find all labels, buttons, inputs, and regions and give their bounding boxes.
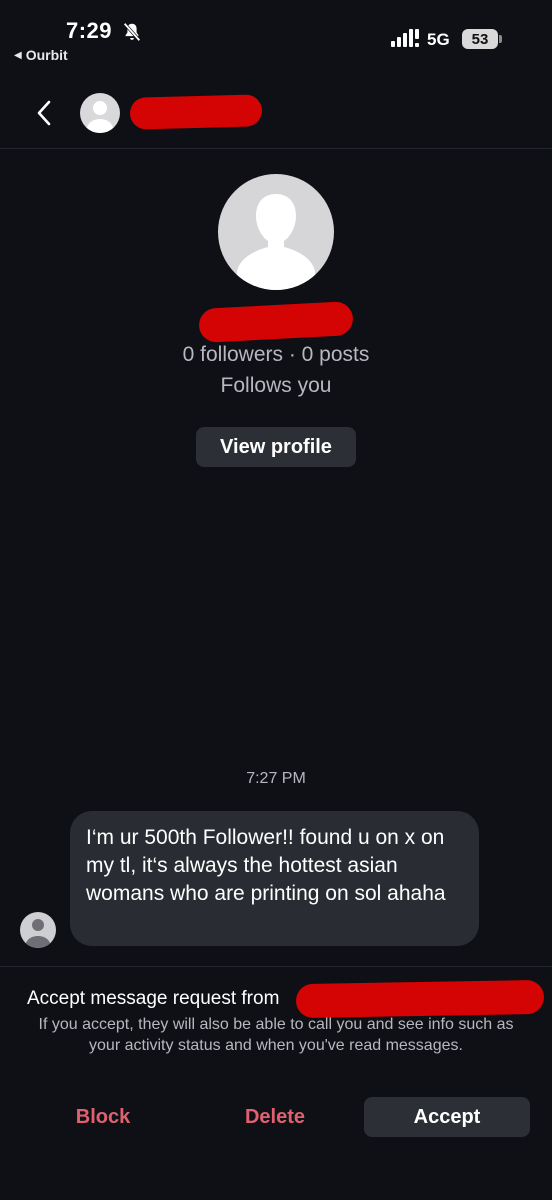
- accept-button[interactable]: Accept: [364, 1097, 530, 1137]
- status-time: 7:29: [66, 18, 113, 43]
- request-description: If you accept, they will also be able to…: [38, 1016, 514, 1054]
- default-avatar-icon: [86, 101, 114, 133]
- profile-name-redaction: [198, 300, 354, 344]
- default-avatar-icon: [236, 194, 316, 290]
- back-chevron-icon[interactable]: [30, 96, 60, 130]
- battery-nub: [499, 35, 502, 43]
- bell-muted-icon: [123, 22, 141, 42]
- default-avatar-icon: [25, 919, 51, 948]
- message-timestamp: 7:27 PM: [246, 770, 306, 787]
- back-app-label: Ourbit: [25, 47, 68, 63]
- message-bubble[interactable]: I‘m ur 500th Follower!! found u on x on …: [70, 811, 479, 946]
- header-avatar[interactable]: [80, 93, 120, 133]
- header-username-redaction: [129, 94, 263, 130]
- profile-avatar: [218, 174, 334, 290]
- network-label: 5G: [427, 30, 450, 49]
- request-username-redaction: [295, 979, 545, 1019]
- request-title: Accept message request from: [27, 988, 280, 1009]
- view-profile-button[interactable]: View profile: [196, 427, 356, 467]
- sender-avatar[interactable]: [20, 912, 56, 948]
- delete-button[interactable]: Delete: [200, 1097, 350, 1137]
- back-triangle-icon: ◀: [14, 49, 22, 61]
- block-button[interactable]: Block: [28, 1097, 178, 1137]
- profile-stats: 0 followers · 0 posts: [182, 343, 370, 366]
- request-divider: [0, 966, 552, 967]
- battery-indicator: 53: [462, 29, 498, 49]
- follows-you-label: Follows you: [220, 374, 332, 397]
- back-to-app-link[interactable]: ◀ Ourbit: [14, 47, 68, 63]
- header-divider: [0, 148, 552, 149]
- signal-icon: [391, 29, 419, 47]
